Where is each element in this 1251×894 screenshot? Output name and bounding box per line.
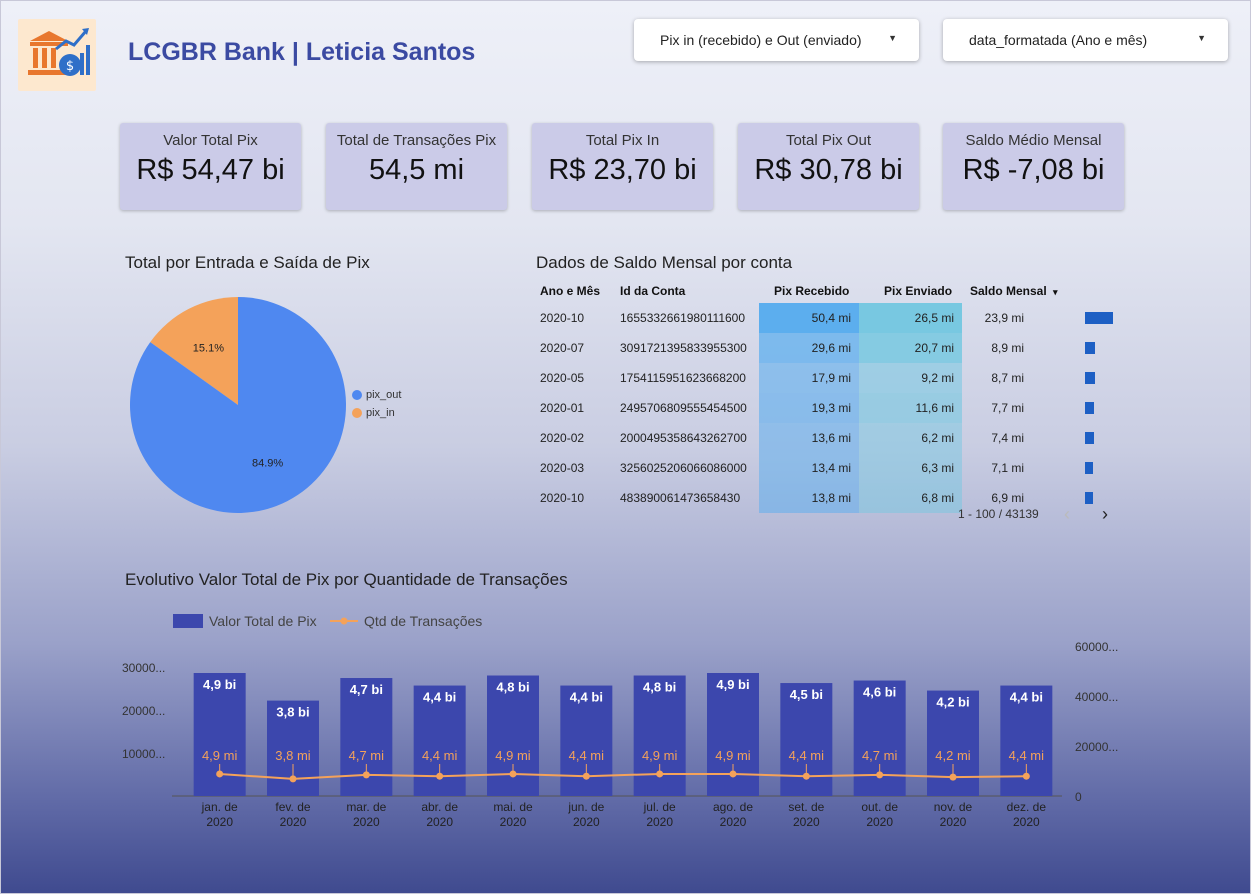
left-axis-tick-label: 20000...	[122, 704, 165, 718]
right-axis-tick-label: 0	[1075, 790, 1082, 804]
bar-data-label: 4,8 bi	[496, 680, 529, 695]
left-axis-tick-label: 10000...	[122, 747, 165, 761]
line-data-label: 4,4 mi	[422, 748, 458, 763]
x-axis-tick-label: jun. de	[567, 800, 604, 814]
x-axis-tick-label: 2020	[720, 815, 747, 829]
x-axis-tick-label: dez. de	[1007, 800, 1047, 814]
line-point-qtd-transacoes[interactable]	[802, 772, 810, 780]
x-axis-tick-label: 2020	[353, 815, 380, 829]
x-axis-tick-label: 2020	[206, 815, 233, 829]
bar-data-label: 4,4 bi	[423, 690, 456, 705]
line-point-qtd-transacoes[interactable]	[289, 775, 297, 783]
x-axis-tick-label: 2020	[866, 815, 893, 829]
line-point-qtd-transacoes[interactable]	[1022, 772, 1030, 780]
line-point-qtd-transacoes[interactable]	[436, 772, 444, 780]
bar-data-label: 3,8 bi	[276, 705, 309, 720]
x-axis-tick-label: 2020	[573, 815, 600, 829]
x-axis-tick-label: set. de	[788, 800, 824, 814]
line-data-label: 4,9 mi	[202, 748, 238, 763]
line-data-label: 4,7 mi	[862, 748, 898, 763]
x-axis-tick-label: 2020	[280, 815, 307, 829]
line-point-qtd-transacoes[interactable]	[729, 770, 737, 778]
x-axis-tick-label: fev. de	[275, 800, 310, 814]
left-axis-tick-label: 30000...	[122, 661, 165, 675]
line-point-qtd-transacoes[interactable]	[216, 770, 224, 778]
bar-data-label: 4,6 bi	[863, 685, 896, 700]
line-point-qtd-transacoes[interactable]	[656, 770, 664, 778]
line-data-label: 4,9 mi	[715, 748, 751, 763]
bar-data-label: 4,4 bi	[570, 690, 603, 705]
right-axis-tick-label: 60000...	[1075, 640, 1118, 654]
line-data-label: 4,9 mi	[642, 748, 678, 763]
bar-data-label: 4,5 bi	[790, 687, 823, 702]
x-axis-tick-label: nov. de	[934, 800, 973, 814]
bar-data-label: 4,8 bi	[643, 680, 676, 695]
bar-data-label: 4,7 bi	[350, 682, 383, 697]
line-data-label: 4,4 mi	[569, 748, 605, 763]
line-point-qtd-transacoes[interactable]	[949, 773, 957, 781]
right-axis-tick-label: 40000...	[1075, 690, 1118, 704]
x-axis-tick-label: 2020	[500, 815, 527, 829]
x-axis-tick-label: abr. de	[421, 800, 458, 814]
line-data-label: 4,4 mi	[789, 748, 825, 763]
bar-data-label: 4,9 bi	[203, 677, 236, 692]
x-axis-tick-label: jul. de	[643, 800, 676, 814]
x-axis-tick-label: mai. de	[493, 800, 533, 814]
x-axis-tick-label: mar. de	[346, 800, 386, 814]
line-data-label: 4,2 mi	[935, 748, 971, 763]
bar-data-label: 4,4 bi	[1010, 690, 1043, 705]
x-axis-tick-label: 2020	[646, 815, 673, 829]
x-axis-tick-label: 2020	[793, 815, 820, 829]
x-axis-tick-label: ago. de	[713, 800, 753, 814]
x-axis-tick-label: out. de	[861, 800, 898, 814]
bar-data-label: 4,2 bi	[936, 695, 969, 710]
x-axis-tick-label: 2020	[1013, 815, 1040, 829]
line-point-qtd-transacoes[interactable]	[582, 772, 590, 780]
x-axis-tick-label: 2020	[940, 815, 967, 829]
line-data-label: 4,4 mi	[1009, 748, 1045, 763]
line-point-qtd-transacoes[interactable]	[362, 771, 370, 779]
x-axis-tick-label: 2020	[426, 815, 453, 829]
line-data-label: 4,9 mi	[495, 748, 531, 763]
right-axis-tick-label: 20000...	[1075, 740, 1118, 754]
bar-data-label: 4,9 bi	[716, 677, 749, 692]
x-axis-tick-label: jan. de	[201, 800, 238, 814]
line-point-qtd-transacoes[interactable]	[876, 771, 884, 779]
line-data-label: 3,8 mi	[275, 748, 311, 763]
combo-chart: 30000... 20000... 10000... 60000... 40000...…	[122, 640, 1118, 829]
line-point-qtd-transacoes[interactable]	[509, 770, 517, 778]
line-data-label: 4,7 mi	[349, 748, 385, 763]
